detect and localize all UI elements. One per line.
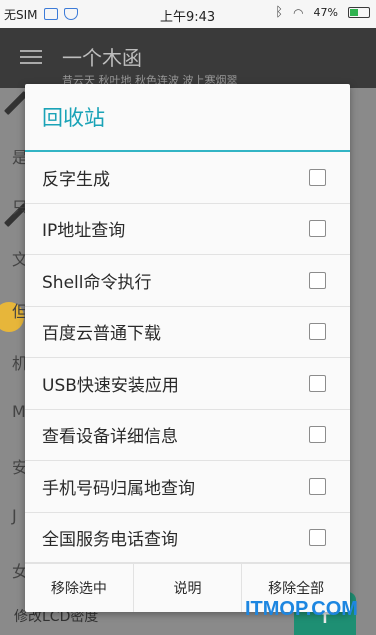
app-title: 一个木函 bbox=[62, 46, 142, 70]
app-bar: 一个木函 昔云天 秋叶地 秋色连波 波上寒烟翠 bbox=[0, 28, 376, 88]
item-label: 全国服务电话查询 bbox=[42, 530, 178, 551]
checkbox[interactable] bbox=[309, 220, 326, 238]
list-item[interactable]: 全国服务电话查询 bbox=[25, 513, 350, 564]
clock: 上午9:43 bbox=[160, 10, 216, 25]
help-button[interactable]: 说明 bbox=[134, 563, 243, 612]
item-label: 百度云普通下载 bbox=[42, 324, 161, 345]
item-label: IP地址查询 bbox=[42, 221, 126, 242]
list-item-initial: M bbox=[12, 402, 26, 421]
checkbox[interactable] bbox=[309, 477, 326, 495]
list-item[interactable]: Shell命令执行 bbox=[25, 255, 350, 307]
status-right: ᛒ ◠ 47% bbox=[275, 5, 370, 20]
recycle-bin-dialog: 回收站 反字生成 IP地址查询 Shell命令执行 百度云普通下载 USB快速安… bbox=[25, 84, 350, 612]
item-label: 查看设备详细信息 bbox=[42, 427, 178, 448]
recycle-list: 反字生成 IP地址查询 Shell命令执行 百度云普通下载 USB快速安装应用 … bbox=[25, 152, 350, 564]
image-icon bbox=[43, 8, 58, 20]
list-item[interactable]: 反字生成 bbox=[25, 152, 350, 204]
carrier-label: 无SIM bbox=[4, 7, 38, 22]
checkbox[interactable] bbox=[309, 168, 326, 186]
checkbox[interactable] bbox=[309, 529, 326, 547]
checkbox[interactable] bbox=[309, 323, 326, 341]
list-item[interactable]: IP地址查询 bbox=[25, 204, 350, 255]
battery-icon bbox=[348, 7, 370, 18]
list-item[interactable]: USB快速安装应用 bbox=[25, 358, 350, 410]
list-item[interactable]: 查看设备详细信息 bbox=[25, 410, 350, 461]
battery-percent: 47% bbox=[313, 6, 338, 19]
bluetooth-icon: ᛒ bbox=[275, 5, 284, 20]
menu-icon[interactable] bbox=[20, 50, 42, 64]
remove-selected-button[interactable]: 移除选中 bbox=[25, 563, 134, 612]
status-left: 无SIM bbox=[0, 6, 150, 23]
dialog-title: 回收站 bbox=[25, 84, 350, 152]
status-bar: 无SIM 上午9:43 ᛒ ◠ 47% bbox=[0, 0, 376, 28]
wifi-icon: ◠ bbox=[293, 5, 304, 20]
list-item-initial: J bbox=[12, 506, 17, 525]
shield-icon bbox=[63, 8, 78, 20]
watermark: ITMOP.COM bbox=[245, 598, 358, 620]
checkbox[interactable] bbox=[309, 426, 326, 444]
item-label: 手机号码归属地查询 bbox=[42, 478, 195, 499]
checkbox[interactable] bbox=[309, 271, 326, 289]
list-item[interactable]: 百度云普通下载 bbox=[25, 307, 350, 358]
item-label: USB快速安装应用 bbox=[42, 375, 179, 396]
item-label: Shell命令执行 bbox=[42, 272, 152, 293]
checkbox[interactable] bbox=[309, 374, 326, 392]
item-label: 反字生成 bbox=[42, 169, 110, 190]
list-item[interactable]: 手机号码归属地查询 bbox=[25, 461, 350, 513]
